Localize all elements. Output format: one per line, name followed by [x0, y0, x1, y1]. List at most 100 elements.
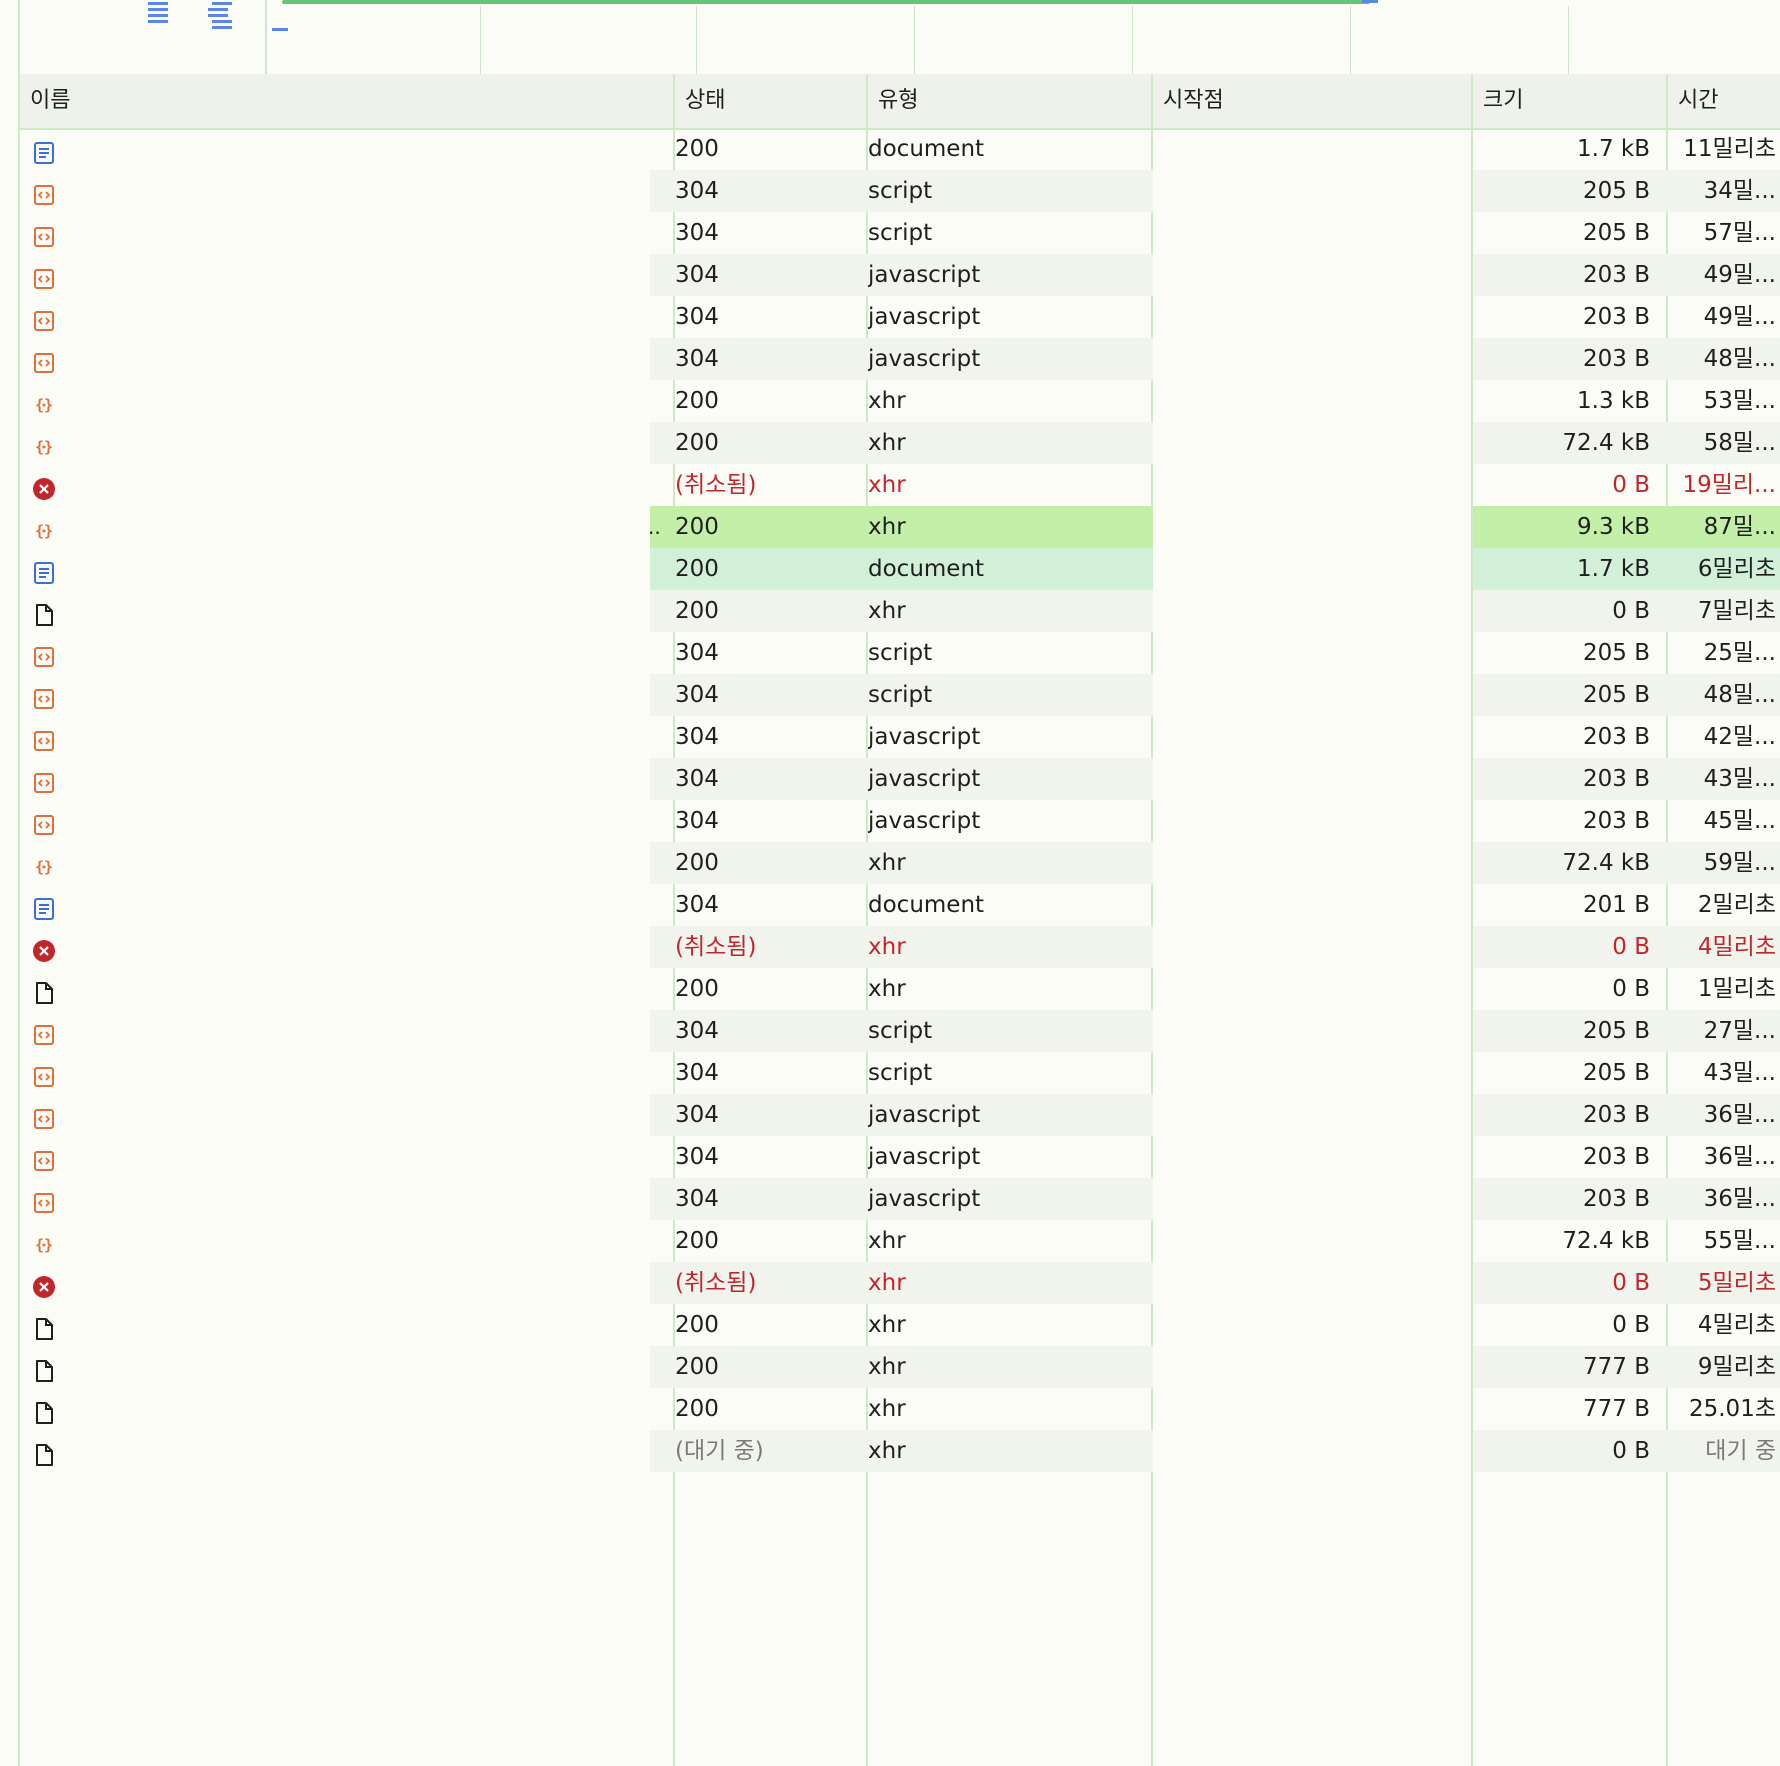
request-row[interactable]: 304 script 205 B 27밀...	[20, 1010, 1780, 1052]
size-cell: 72.4 kB	[1562, 850, 1650, 876]
request-row[interactable]: 304 javascript 203 B 49밀...	[20, 296, 1780, 338]
name-overflow: ..	[648, 515, 661, 539]
request-row[interactable]: 200 xhr 777 B 25.01초	[20, 1388, 1780, 1430]
request-row[interactable]: 304 javascript 203 B 48밀...	[20, 338, 1780, 380]
request-type-cell: {}	[28, 422, 58, 464]
status-cell: 200	[675, 1312, 719, 1338]
size-cell: 0 B	[1612, 934, 1650, 960]
request-row[interactable]: 304 javascript 203 B 45밀...	[20, 800, 1780, 842]
size-cell: 777 B	[1583, 1396, 1650, 1422]
status-cell: 200	[675, 136, 719, 162]
column-header-initiator[interactable]: 시작점	[1153, 74, 1473, 128]
size-cell: 72.4 kB	[1562, 1228, 1650, 1254]
request-type-cell: {}	[28, 842, 58, 884]
request-type-cell	[28, 1346, 58, 1388]
time-cell: 27밀...	[1703, 1018, 1776, 1044]
type-cell: xhr	[868, 1312, 906, 1338]
time-cell: 48밀...	[1703, 682, 1776, 708]
request-row[interactable]: 304 document 201 B 2밀리초	[20, 884, 1780, 926]
time-cell: 9밀리초	[1697, 1354, 1776, 1380]
type-cell: javascript	[868, 724, 981, 750]
xhr-json-icon: {}	[32, 431, 56, 456]
request-type-cell	[28, 338, 58, 380]
time-cell: 대기 중	[1705, 1438, 1776, 1464]
time-cell: 58밀...	[1703, 430, 1776, 456]
type-cell: script	[868, 1060, 933, 1086]
column-header-type[interactable]: 유형	[868, 74, 1153, 128]
request-row[interactable]: (취소됨) xhr 0 B 5밀리초	[20, 1262, 1780, 1304]
request-type-cell	[28, 1388, 58, 1430]
size-cell: 203 B	[1583, 1102, 1650, 1128]
request-row[interactable]: {}.. 200 xhr 9.3 kB 87밀...	[20, 506, 1780, 548]
column-header-row: 이름 상태 유형 시작점 크기 시간	[20, 74, 1780, 130]
document-icon	[32, 137, 56, 164]
request-type-cell	[28, 800, 58, 842]
request-row[interactable]: 304 script 205 B 48밀...	[20, 674, 1780, 716]
request-list: 200 document 1.7 kB 11밀리초 304 script 205 B 34밀.…	[20, 128, 1780, 1472]
network-overview[interactable]	[20, 0, 1780, 76]
request-row[interactable]: 200 document 1.7 kB 11밀리초	[20, 128, 1780, 170]
xhr-json-icon: {}	[32, 515, 56, 540]
overview-tick	[212, 26, 232, 29]
overview-grid-line	[696, 6, 697, 74]
column-header-name[interactable]: 이름	[20, 74, 675, 128]
request-row[interactable]: 200 xhr 777 B 9밀리초	[20, 1346, 1780, 1388]
size-cell: 205 B	[1583, 178, 1650, 204]
type-cell: xhr	[868, 430, 906, 456]
script-icon	[32, 725, 56, 751]
request-type-cell: {}	[28, 380, 58, 422]
size-cell: 0 B	[1612, 1312, 1650, 1338]
time-cell: 34밀...	[1703, 178, 1776, 204]
request-row[interactable]: 304 javascript 203 B 36밀...	[20, 1136, 1780, 1178]
request-row[interactable]: {} 200 xhr 72.4 kB 55밀...	[20, 1220, 1780, 1262]
status-cell: (취소됨)	[675, 472, 757, 498]
column-header-size[interactable]: 크기	[1473, 74, 1668, 128]
type-cell: script	[868, 178, 933, 204]
request-row[interactable]: 200 xhr 0 B 7밀리초	[20, 590, 1780, 632]
type-cell: javascript	[868, 1144, 981, 1170]
request-row[interactable]: 304 javascript 203 B 42밀...	[20, 716, 1780, 758]
request-row[interactable]: 304 script 205 B 34밀...	[20, 170, 1780, 212]
network-panel: 이름 상태 유형 시작점 크기 시간 200 document 1.7 kB 11밀리…	[18, 0, 1780, 1766]
request-type-cell	[28, 254, 58, 296]
request-row[interactable]: (취소됨) xhr 0 B 19밀리...	[20, 464, 1780, 506]
type-cell: script	[868, 220, 933, 246]
request-row[interactable]: {} 200 xhr 72.4 kB 59밀...	[20, 842, 1780, 884]
size-cell: 9.3 kB	[1577, 514, 1650, 540]
request-row[interactable]: 200 xhr 0 B 4밀리초	[20, 1304, 1780, 1346]
request-row[interactable]: (취소됨) xhr 0 B 4밀리초	[20, 926, 1780, 968]
request-row[interactable]: 200 xhr 0 B 1밀리초	[20, 968, 1780, 1010]
request-row[interactable]: (대기 중) xhr 0 B 대기 중	[20, 1430, 1780, 1472]
overview-tick	[148, 2, 168, 5]
time-cell: 59밀...	[1703, 850, 1776, 876]
status-cell: (취소됨)	[675, 934, 757, 960]
request-row[interactable]: {} 200 xhr 72.4 kB 58밀...	[20, 422, 1780, 464]
size-cell: 1.7 kB	[1577, 136, 1650, 162]
error-icon	[32, 473, 56, 500]
type-cell: script	[868, 1018, 933, 1044]
overview-timeline-bar	[282, 0, 1370, 4]
status-cell: 304	[675, 1102, 719, 1128]
status-cell: 304	[675, 808, 719, 834]
request-row[interactable]: 304 javascript 203 B 36밀...	[20, 1094, 1780, 1136]
request-row[interactable]: 304 script 205 B 25밀...	[20, 632, 1780, 674]
overview-grid-line	[1568, 6, 1569, 74]
request-row[interactable]: 304 javascript 203 B 49밀...	[20, 254, 1780, 296]
status-cell: (취소됨)	[675, 1270, 757, 1296]
status-cell: 200	[675, 430, 719, 456]
status-cell: 304	[675, 220, 719, 246]
status-cell: 304	[675, 1018, 719, 1044]
status-cell: 304	[675, 640, 719, 666]
request-row[interactable]: {} 200 xhr 1.3 kB 53밀...	[20, 380, 1780, 422]
request-row[interactable]: 304 script 205 B 57밀...	[20, 212, 1780, 254]
request-row[interactable]: 200 document 1.7 kB 6밀리초	[20, 548, 1780, 590]
request-row[interactable]: 304 javascript 203 B 43밀...	[20, 758, 1780, 800]
type-cell: xhr	[868, 1270, 906, 1296]
column-header-status[interactable]: 상태	[675, 74, 868, 128]
document-icon	[32, 893, 56, 920]
request-row[interactable]: 304 script 205 B 43밀...	[20, 1052, 1780, 1094]
script-icon	[32, 179, 56, 205]
column-header-time[interactable]: 시간	[1668, 74, 1780, 128]
file-icon	[32, 599, 56, 626]
request-row[interactable]: 304 javascript 203 B 36밀...	[20, 1178, 1780, 1220]
